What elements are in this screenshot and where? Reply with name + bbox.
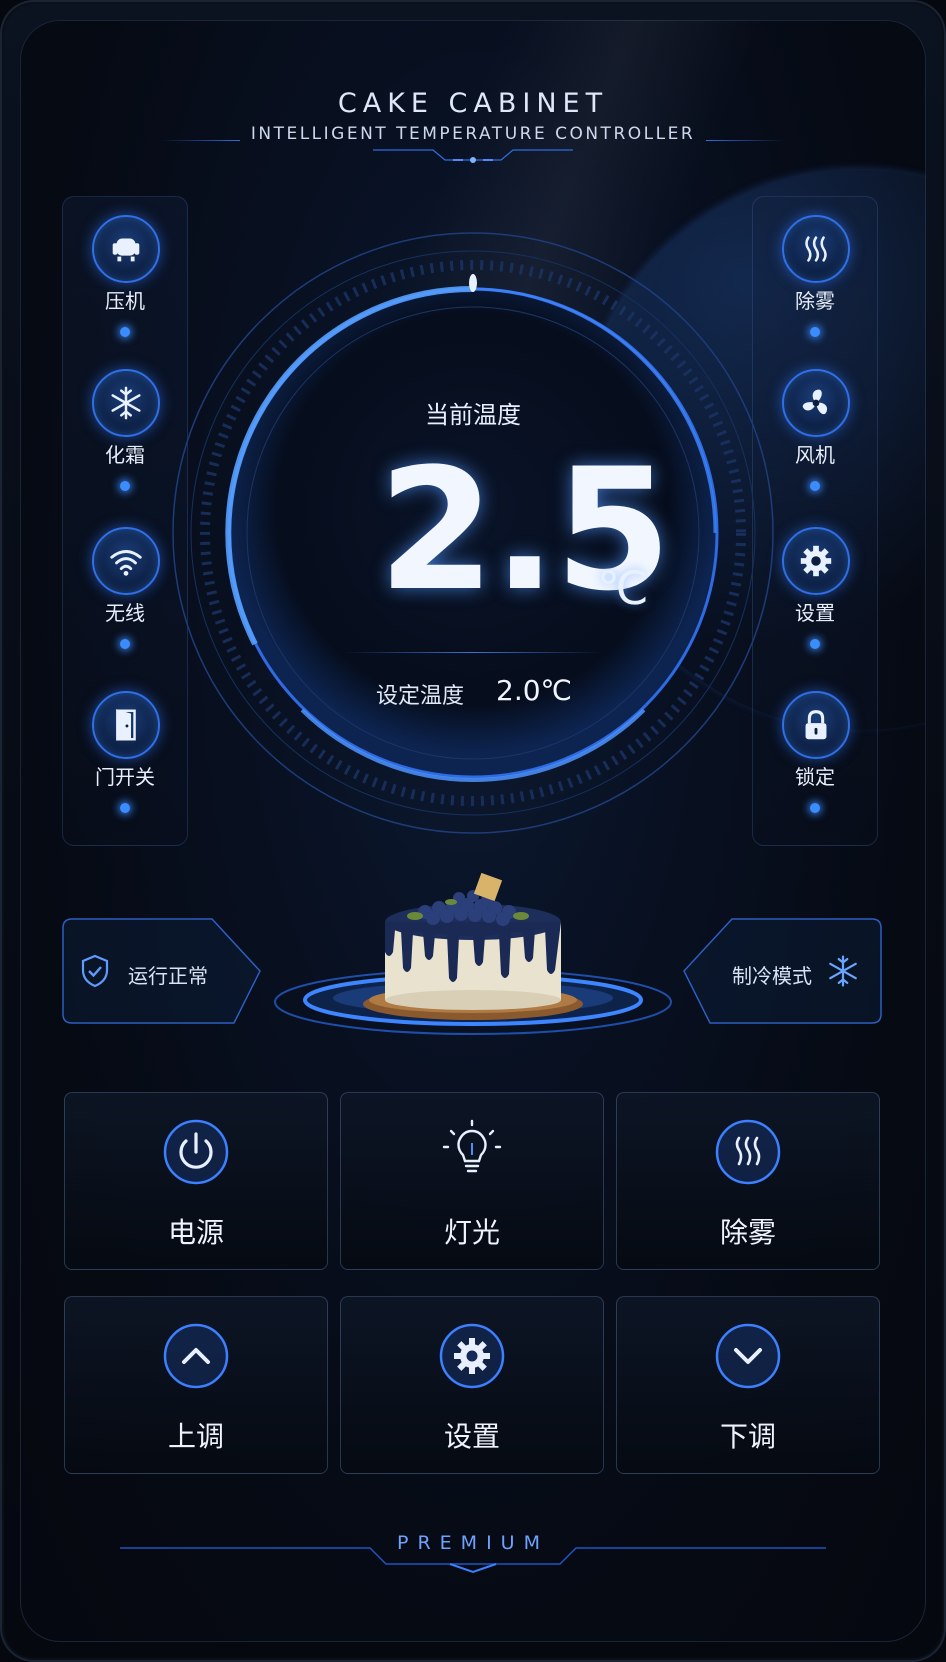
- set-temp-label: 设定温度: [376, 684, 465, 709]
- indicator-dot: [120, 639, 130, 649]
- set-temp-value: 2.0℃: [496, 674, 572, 707]
- indicator-dot: [120, 803, 130, 813]
- door-icon: [92, 691, 160, 759]
- button-label: 下调: [719, 1420, 776, 1453]
- status-mode-text: 制冷模式: [732, 964, 812, 988]
- temp-unit: ℃: [597, 561, 649, 615]
- side-item-door[interactable]: 门开关: [63, 673, 187, 833]
- gear-icon: [439, 1323, 505, 1389]
- gear-icon: [782, 527, 850, 595]
- button-label: 灯光: [443, 1216, 500, 1249]
- footer-brand: PREMIUM: [397, 1532, 549, 1554]
- side-item-compressor[interactable]: 压机: [63, 197, 187, 357]
- indicator-dot: [810, 327, 820, 337]
- status-running-text: 运行正常: [128, 964, 208, 988]
- power-icon: [163, 1119, 229, 1185]
- app-subtitle: INTELLIGENT TEMPERATURE CONTROLLER: [250, 124, 696, 144]
- indicator-dot: [120, 327, 130, 337]
- side-item-wireless[interactable]: 无线: [63, 509, 187, 669]
- power-button[interactable]: 电源: [64, 1092, 328, 1270]
- side-item-label: 压机: [105, 289, 145, 313]
- chevron-down-icon: [715, 1323, 781, 1389]
- side-item-label: 化霜: [105, 443, 145, 467]
- chevron-up-icon: [163, 1323, 229, 1389]
- compressor-icon: [92, 215, 160, 283]
- header-ornament: [373, 149, 573, 163]
- shield-check-icon: [81, 954, 109, 988]
- temp-down-button[interactable]: 下调: [616, 1296, 880, 1474]
- side-item-defrost[interactable]: 化霜: [63, 351, 187, 511]
- lock-icon: [782, 691, 850, 759]
- temp-up-button[interactable]: 上调: [64, 1296, 328, 1474]
- current-temp-label: 当前温度: [425, 401, 521, 429]
- settings-button[interactable]: 设置: [340, 1296, 604, 1474]
- button-label: 除雾: [719, 1216, 776, 1249]
- status-mode: 制冷模式: [682, 918, 882, 1024]
- indicator-dot: [810, 803, 820, 813]
- heat-waves-icon: [782, 215, 850, 283]
- button-label: 设置: [443, 1420, 500, 1453]
- indicator-dot: [120, 481, 130, 491]
- side-item-label: 无线: [105, 601, 145, 625]
- lightbulb-icon: [442, 1119, 502, 1173]
- button-label: 上调: [167, 1420, 224, 1453]
- wifi-icon: [92, 527, 160, 595]
- side-item-label: 门开关: [95, 765, 155, 789]
- light-button[interactable]: 灯光: [340, 1092, 604, 1270]
- dial-divider: [343, 652, 603, 653]
- button-label: 电源: [167, 1216, 224, 1249]
- demist-button[interactable]: 除雾: [616, 1092, 880, 1270]
- status-running: 运行正常: [62, 918, 261, 1024]
- indicator-dot: [810, 639, 820, 649]
- indicator-dot: [810, 481, 820, 491]
- app-title: CAKE CABINET: [337, 88, 609, 119]
- cake-image: [363, 872, 583, 1020]
- heat-waves-icon: [715, 1119, 781, 1185]
- snowflake-icon: [829, 955, 857, 987]
